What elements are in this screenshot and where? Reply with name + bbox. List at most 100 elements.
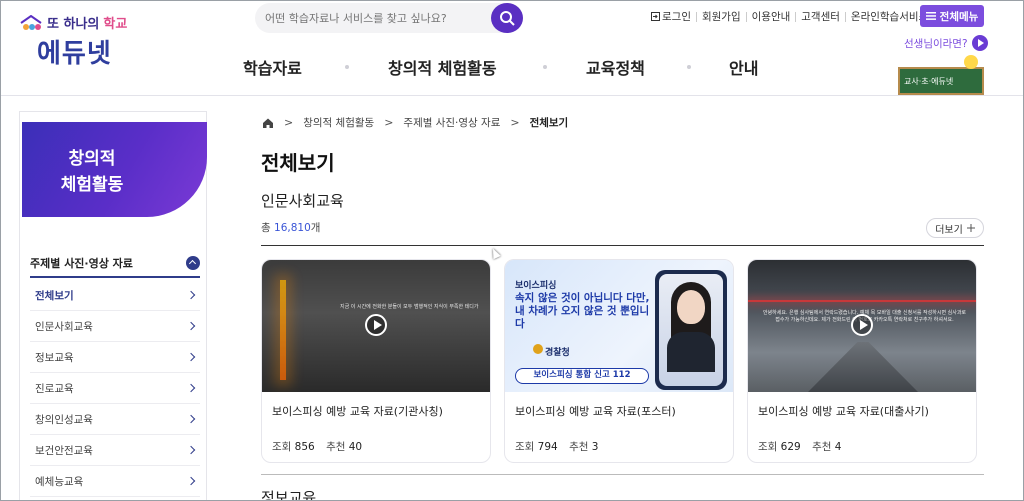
likes-label: 추천 [569, 441, 589, 453]
login-label: 로그인 [662, 11, 691, 23]
poster-headline: 속지 않은 것이 아닙니다 다만, 내 차례가 오지 않은 것 뿐입니다 [515, 292, 650, 330]
nav-learning-materials[interactable]: 학습자료 [243, 55, 302, 79]
content-card[interactable]: 보이스피싱 속지 않은 것이 아닙니다 다만, 내 차례가 오지 않은 것 뿐입… [504, 259, 734, 463]
views-count: 794 [537, 441, 558, 453]
sidebar-item-health-safety[interactable]: 보건안전교육 [30, 435, 200, 466]
sidebar-item-label: 정보교육 [35, 351, 74, 364]
sidebar-item-character[interactable]: 창의인성교육 [30, 404, 200, 435]
poster-label: 보이스피싱 [515, 281, 557, 291]
sidebar-banner-line1: 창의적 [68, 149, 116, 169]
views-label: 조회 [272, 441, 292, 453]
breadcrumb-item[interactable]: 주제별 사진·영상 자료 [403, 115, 500, 130]
content-card[interactable]: 안녕하세요. 은행 심사팀에서 연락드렸습니다. 예체 목 모바일 대출 신청서… [747, 259, 977, 463]
search-icon [500, 11, 515, 26]
nav-info[interactable]: 안내 [729, 55, 758, 79]
section-title: 인문사회교육 [261, 192, 344, 210]
all-menu-button[interactable]: 전체메뉴 [920, 5, 984, 27]
sidebar-section-title: 주제별 사진·영상 자료 [30, 257, 133, 270]
thumbnail-road [808, 342, 918, 392]
logo-tagline-accent: 학교 [103, 17, 128, 32]
total-count: 총 16,810개 [261, 220, 320, 235]
sidebar-banner-title: 창의적 체험활동 [22, 146, 162, 198]
sidebar-item-career[interactable]: 진로교육 [30, 373, 200, 404]
page-frame: 또 하나의 학교 에듀넷 로그인 회원가입 이용안내 고객센터 온라인학습서비스… [0, 0, 1024, 501]
next-section-title: 정보교육 [261, 489, 317, 501]
sidebar-item-label: 전체보기 [35, 289, 74, 302]
breadcrumb-separator-icon: > [384, 116, 394, 129]
teacher-banner[interactable]: 교사·초·에듀넷 [898, 55, 984, 95]
signup-link[interactable]: 회원가입 [697, 9, 746, 24]
login-link[interactable]: 로그인 [646, 9, 696, 24]
views-label: 조회 [758, 441, 778, 453]
sidebar-item-all[interactable]: 전체보기 [30, 280, 200, 311]
chevron-right-icon [186, 383, 196, 393]
poster-agency: 경찰청 [545, 348, 570, 358]
hamburger-icon [925, 12, 936, 20]
sidebar-item-label: 창의인성교육 [35, 413, 93, 426]
sidebar-item-humanities[interactable]: 인문사회교육 [30, 311, 200, 342]
chevron-up-icon [186, 256, 200, 270]
card-title[interactable]: 보이스피싱 예방 교육 자료(포스터) [515, 403, 676, 419]
views-label: 조회 [515, 441, 535, 453]
sidebar-menu: 전체보기 인문사회교육 정보교육 진로교육 창의인성교육 보건안전교육 예체능교… [30, 280, 200, 497]
thumbnail-glow [280, 280, 286, 380]
poster-thumbnail[interactable]: 보이스피싱 속지 않은 것이 아닙니다 다만, 내 차례가 오지 않은 것 뿐입… [505, 260, 733, 392]
breadcrumb-separator-icon: > [284, 116, 294, 129]
breadcrumb-item[interactable]: 창의적 체험활동 [303, 115, 374, 130]
play-circle-icon [971, 35, 988, 51]
police-emblem-icon [533, 344, 543, 354]
sidebar-item-label: 진로교육 [35, 382, 74, 395]
sidebar-item-arts-sports[interactable]: 예체능교육 [30, 466, 200, 497]
nav-creative-activities[interactable]: 창의적 체험활동 [388, 55, 497, 79]
search-input[interactable] [265, 9, 485, 27]
likes-count: 40 [348, 441, 363, 453]
login-icon [651, 12, 660, 21]
thumbnail-caption: 지금 이 시간에 전화한 분들이 모두 범행적인 지식이 부족한 테디가 [340, 304, 479, 310]
sidebar-section-toggle[interactable]: 주제별 사진·영상 자료 [30, 250, 200, 278]
site-logo[interactable]: 또 하나의 학교 에듀넷 [19, 13, 149, 73]
nav-dot [345, 65, 349, 69]
sidebar-item-informatics[interactable]: 정보교육 [30, 342, 200, 373]
plus-icon [966, 224, 975, 232]
lightbulb-icon [964, 55, 978, 69]
nav-education-policy[interactable]: 교육정책 [586, 55, 645, 79]
chevron-right-icon [186, 321, 196, 331]
guide-link[interactable]: 이용안내 [747, 9, 796, 24]
mouse-cursor-icon [489, 246, 501, 260]
section-rule [261, 474, 984, 475]
chevron-right-icon [186, 414, 196, 424]
total-suffix: 개 [310, 222, 321, 234]
header-divider [1, 95, 1023, 96]
sidebar: 창의적 체험활동 주제별 사진·영상 자료 전체보기 인문사회교육 정보교육 진… [19, 111, 207, 500]
poster-hotline: 보이스피싱 통합 신고 112 [515, 368, 649, 384]
video-thumbnail[interactable]: 지금 이 시간에 전화한 분들이 모두 범행적인 지식이 부족한 테디가 [262, 260, 490, 392]
home-icon[interactable] [262, 117, 274, 129]
search-button[interactable] [491, 3, 523, 33]
views-count: 629 [780, 441, 801, 453]
play-icon[interactable] [365, 314, 387, 336]
likes-label: 추천 [326, 441, 346, 453]
utility-nav: 로그인 회원가입 이용안내 고객센터 온라인학습서비스 [646, 9, 946, 24]
page-title: 전체보기 [261, 151, 335, 175]
content-card[interactable]: 지금 이 시간에 전화한 분들이 모두 범행적인 지식이 부족한 테디가 보이스… [261, 259, 491, 463]
chevron-right-icon [186, 445, 196, 455]
sidebar-item-label: 예체능교육 [35, 475, 84, 488]
all-menu-label: 전체메뉴 [939, 10, 979, 23]
breadcrumb: > 창의적 체험활동 > 주제별 사진·영상 자료 > 전체보기 [262, 115, 568, 130]
card-title[interactable]: 보이스피싱 예방 교육 자료(기관사칭) [272, 403, 443, 419]
play-icon[interactable] [851, 314, 873, 336]
person-face [677, 290, 705, 324]
card-stats: 조회 794 추천 3 [515, 439, 606, 454]
likes-label: 추천 [812, 441, 832, 453]
card-title[interactable]: 보이스피싱 예방 교육 자료(대출사기) [758, 403, 929, 419]
more-button[interactable]: 더보기 [926, 218, 984, 238]
teacher-link[interactable]: 선생님이라면? [904, 35, 988, 51]
teacher-link-label: 선생님이라면? [904, 37, 968, 50]
sidebar-banner-line2: 체험활동 [60, 175, 124, 195]
support-link[interactable]: 고객센터 [796, 9, 845, 24]
video-thumbnail[interactable]: 안녕하세요. 은행 심사팀에서 연락드렸습니다. 예체 목 모바일 대출 신청서… [748, 260, 976, 392]
chevron-right-icon [186, 476, 196, 486]
card-stats: 조회 856 추천 40 [272, 439, 370, 454]
main-nav: 학습자료 창의적 체험활동 교육정책 안내 [231, 55, 831, 79]
views-count: 856 [294, 441, 315, 453]
